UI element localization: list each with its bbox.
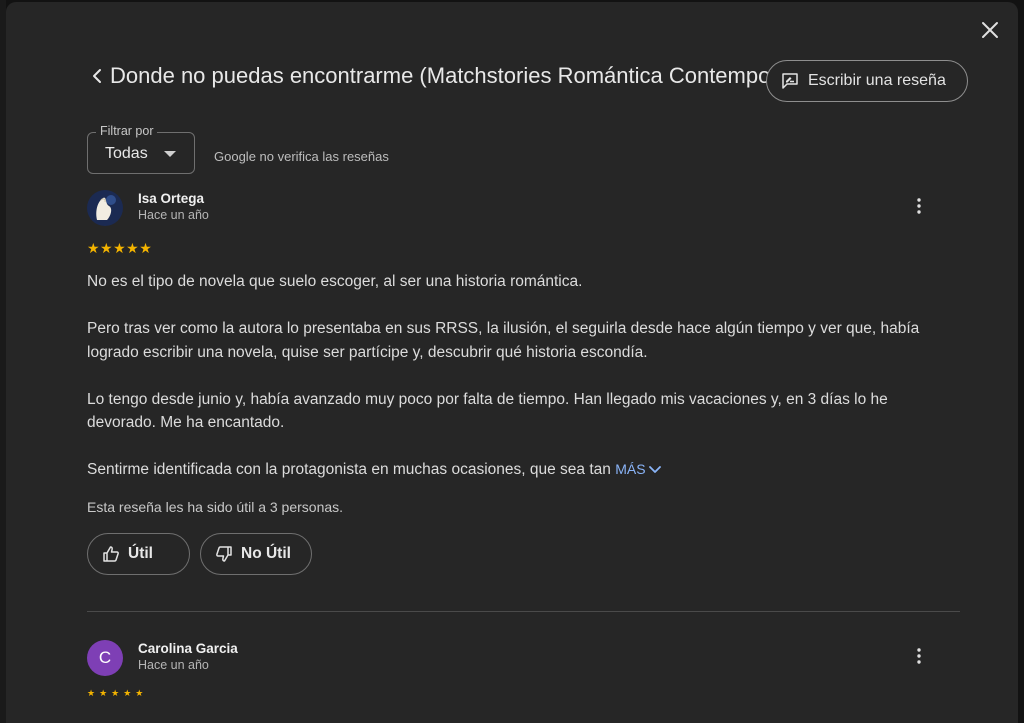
write-review-label: Escribir una reseña bbox=[808, 72, 946, 89]
review-paragraph: Pero tras ver como la autora lo presenta… bbox=[87, 320, 920, 361]
filter-legend: Filtrar por bbox=[96, 124, 158, 138]
review-paragraph: No es el tipo de novela que suelo escoge… bbox=[87, 273, 583, 290]
more-vert-icon bbox=[917, 648, 921, 664]
star-rating: ★★★★★ bbox=[87, 688, 148, 698]
filter-value: Todas bbox=[105, 145, 148, 162]
dialog-header: Donde no puedas encontrarme (Matchstorie… bbox=[88, 58, 968, 102]
disclaimer-text: Google no verifica las reseñas bbox=[214, 149, 389, 164]
not-useful-label: No Útil bbox=[241, 545, 291, 562]
review-paragraph: Sentirme identificada con la protagonist… bbox=[87, 461, 611, 478]
reviews-dialog: Donde no puedas encontrarme (Matchstorie… bbox=[6, 2, 1018, 723]
review-options-button[interactable] bbox=[907, 644, 931, 668]
show-more-link[interactable]: MÁS bbox=[615, 461, 662, 477]
review-date: Hace un año bbox=[138, 658, 209, 672]
review-author[interactable]: Isa Ortega bbox=[138, 191, 204, 206]
avatar-initial: C bbox=[98, 648, 112, 667]
caret-down-icon bbox=[164, 151, 176, 157]
avatar-image-icon bbox=[87, 190, 123, 226]
back-button[interactable] bbox=[88, 64, 106, 88]
rate-review-icon bbox=[782, 73, 798, 89]
avatar[interactable] bbox=[87, 190, 123, 226]
filter-select[interactable]: Filtrar por Todas bbox=[87, 124, 195, 174]
review-body: No es el tipo de novela que suelo escoge… bbox=[87, 270, 947, 505]
review-paragraph-truncated: Sentirme identificada con la protagonist… bbox=[87, 458, 947, 482]
star-rating: ★★★★★ bbox=[87, 240, 153, 256]
thumb-up-icon bbox=[103, 546, 119, 562]
not-useful-button[interactable]: No Útil bbox=[200, 533, 312, 575]
chevron-left-icon bbox=[93, 69, 101, 83]
write-review-button[interactable]: Escribir una reseña bbox=[766, 60, 968, 102]
useful-button[interactable]: Útil bbox=[87, 533, 190, 575]
page-title: Donde no puedas encontrarme (Matchstorie… bbox=[110, 63, 770, 88]
review-options-button[interactable] bbox=[907, 194, 931, 218]
helpful-count: Esta reseña les ha sido útil a 3 persona… bbox=[87, 499, 344, 515]
close-button[interactable] bbox=[978, 18, 1002, 42]
review-divider bbox=[87, 611, 960, 612]
avatar[interactable]: C bbox=[87, 640, 123, 676]
more-vert-icon bbox=[917, 198, 921, 214]
review-author[interactable]: Carolina Garcia bbox=[138, 641, 238, 656]
show-more-label: MÁS bbox=[615, 461, 646, 477]
review-paragraph: Lo tengo desde junio y, había avanzado m… bbox=[87, 390, 888, 432]
useful-label: Útil bbox=[128, 545, 153, 562]
chevron-down-icon bbox=[649, 466, 662, 474]
review-date: Hace un año bbox=[138, 208, 209, 222]
thumb-down-icon bbox=[216, 546, 232, 562]
close-icon bbox=[982, 22, 998, 38]
